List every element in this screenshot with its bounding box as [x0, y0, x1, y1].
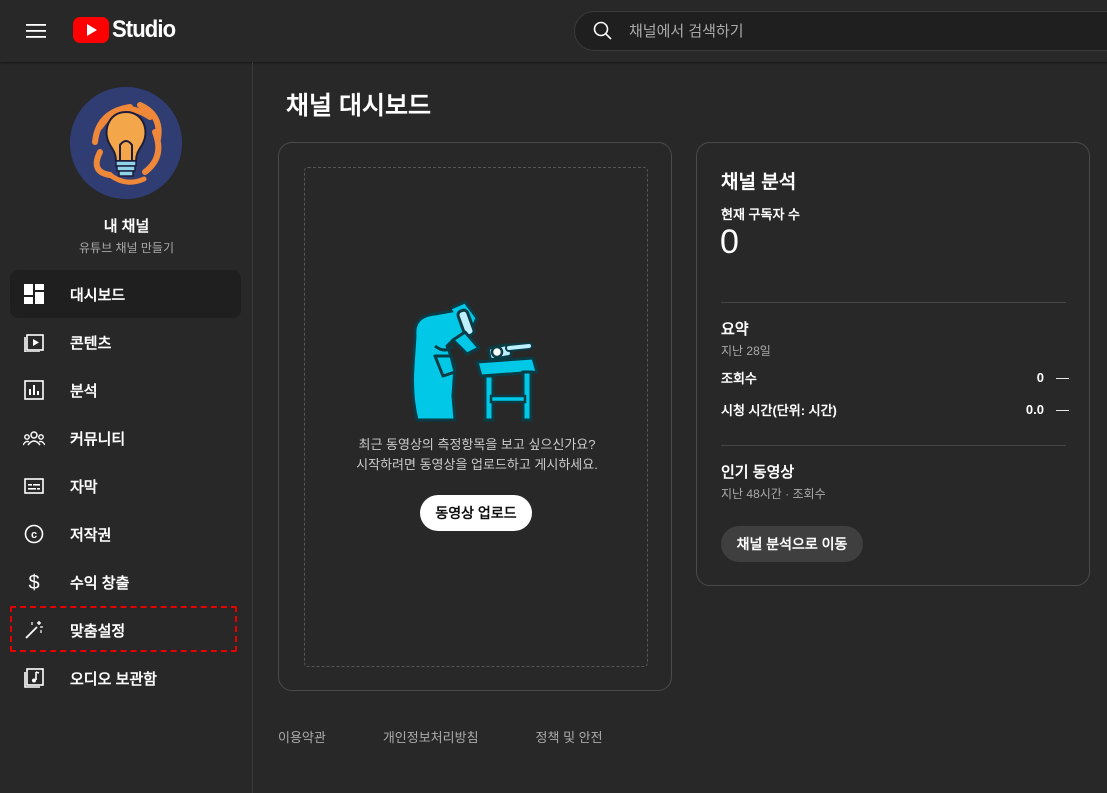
footer-link-policy-safety[interactable]: 정책 및 안전	[536, 727, 603, 746]
stat-label: 조회수	[721, 370, 757, 386]
stat-value: 0.0	[1025, 401, 1044, 417]
microscope-illustration-icon	[411, 300, 539, 422]
copyright-icon: c	[22, 522, 46, 546]
top-bar: Studio	[0, 0, 1107, 62]
svg-text:$: $	[28, 572, 39, 593]
divider	[721, 302, 1066, 303]
analytics-icon	[22, 378, 46, 402]
channel-subtitle: 유튜브 채널 만들기	[79, 241, 174, 255]
sidebar-item-label: 분석	[70, 382, 98, 400]
dashboard-icon	[22, 282, 46, 306]
analytics-title: 채널 분석	[721, 172, 797, 193]
stat-row-views: 조회수 0 —	[721, 367, 1069, 387]
community-icon	[22, 426, 46, 450]
upload-hint: 최근 동영상의 측정항목을 보고 싶으신가요? 시작하려면 동영상을 업로드하고…	[305, 435, 649, 475]
popular-videos-sub: 지난 48시간 · 조회수	[721, 487, 826, 501]
magic-wand-icon	[22, 618, 46, 642]
sidebar-item-label: 오디오 보관함	[70, 670, 157, 688]
subscribers-label: 현재 구독자 수	[721, 207, 800, 222]
sidebar: 내 채널 유튜브 채널 만들기 대시보드 콘텐츠 분석 커뮤니티 자막 c 저작…	[0, 62, 253, 793]
sidebar-item-label: 저작권	[70, 526, 112, 544]
sidebar-item-label: 맞춤설정	[70, 622, 126, 640]
sidebar-item-subtitles[interactable]: 자막	[10, 462, 241, 510]
svg-text:c: c	[31, 529, 37, 541]
channel-analytics-card: 채널 분석 현재 구독자 수 0 요약 지난 28일 조회수 0 — 시청 시간…	[696, 142, 1090, 586]
upload-card: 최근 동영상의 측정항목을 보고 싶으신가요? 시작하려면 동영상을 업로드하고…	[278, 142, 672, 691]
subtitles-icon	[22, 474, 46, 498]
divider	[721, 445, 1066, 446]
sidebar-nav: 대시보드 콘텐츠 분석 커뮤니티 자막 c 저작권 $ 수익 창출 맞춤설정 오…	[10, 270, 241, 702]
upload-hint-line1: 최근 동영상의 측정항목을 보고 싶으신가요?	[358, 437, 596, 452]
sidebar-item-community[interactable]: 커뮤니티	[10, 414, 241, 462]
stat-value: 0	[1036, 369, 1044, 385]
trend-dash-icon: —	[1056, 369, 1069, 385]
sidebar-item-copyright[interactable]: c 저작권	[10, 510, 241, 558]
sidebar-item-content[interactable]: 콘텐츠	[10, 318, 241, 366]
lightbulb-avatar-icon	[70, 87, 182, 199]
audio-library-icon	[22, 666, 46, 690]
page-title: 채널 대시보드	[286, 92, 431, 120]
summary-title: 요약	[721, 321, 749, 338]
hamburger-menu-icon	[26, 24, 46, 38]
trend-dash-icon: —	[1056, 401, 1069, 417]
sidebar-item-label: 커뮤니티	[70, 430, 126, 448]
footer-links: 이용약관 개인정보처리방침 정책 및 안전	[278, 727, 603, 746]
sidebar-item-label: 자막	[70, 478, 98, 496]
sidebar-item-label: 대시보드	[70, 286, 126, 304]
summary-period: 지난 28일	[721, 344, 771, 358]
search-input[interactable]	[629, 22, 1069, 40]
sidebar-item-analytics[interactable]: 분석	[10, 366, 241, 414]
hamburger-menu-button[interactable]	[16, 11, 56, 51]
stat-row-watch-time: 시청 시간(단위: 시간) 0.0 —	[721, 399, 1069, 419]
studio-logo[interactable]: Studio	[73, 15, 181, 45]
sidebar-item-audio-library[interactable]: 오디오 보관함	[10, 654, 241, 702]
upload-video-button[interactable]: 동영상 업로드	[420, 495, 532, 531]
footer-link-terms[interactable]: 이용약관	[278, 727, 326, 746]
channel-name: 내 채널	[103, 218, 150, 235]
stat-label: 시청 시간(단위: 시간)	[721, 402, 837, 418]
upload-dropzone[interactable]: 최근 동영상의 측정항목을 보고 싶으신가요? 시작하려면 동영상을 업로드하고…	[304, 167, 648, 667]
sidebar-item-label: 콘텐츠	[70, 334, 112, 352]
popular-videos-title: 인기 동영상	[721, 464, 795, 481]
youtube-play-icon	[73, 17, 109, 43]
channel-avatar[interactable]	[70, 87, 182, 199]
search-icon[interactable]	[591, 19, 615, 43]
content-icon	[22, 330, 46, 354]
go-to-analytics-button[interactable]: 채널 분석으로 이동	[721, 526, 863, 562]
logo-text: Studio	[112, 16, 176, 43]
upload-hint-line2: 시작하려면 동영상을 업로드하고 게시하세요.	[356, 457, 598, 472]
sidebar-item-monetization[interactable]: $ 수익 창출	[10, 558, 241, 606]
search-bar[interactable]	[574, 11, 1107, 51]
sidebar-item-dashboard[interactable]: 대시보드	[10, 270, 241, 318]
footer-link-privacy[interactable]: 개인정보처리방침	[383, 727, 479, 746]
subscribers-count: 0	[720, 223, 739, 261]
monetization-icon: $	[22, 570, 46, 594]
sidebar-item-label: 수익 창출	[70, 574, 130, 592]
sidebar-item-customization[interactable]: 맞춤설정	[10, 606, 241, 654]
